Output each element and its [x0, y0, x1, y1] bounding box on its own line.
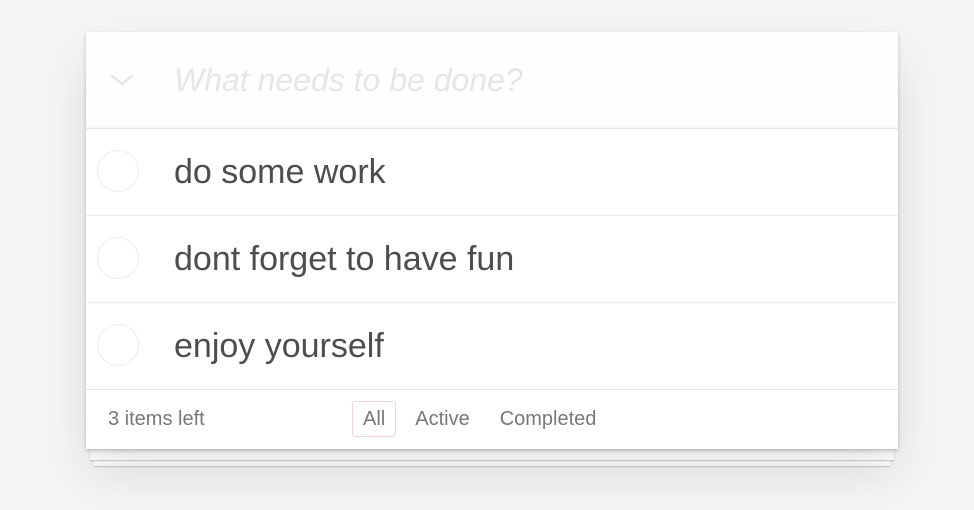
chevron-down-icon[interactable] [106, 66, 138, 94]
todo-label[interactable]: do some work [174, 129, 386, 215]
todo-list: do some work dont forget to have fun enj… [86, 129, 898, 389]
todo-header [86, 32, 898, 129]
todo-item: enjoy yourself [86, 303, 898, 389]
paper-stack-layer [90, 450, 894, 460]
todo-checkbox[interactable] [97, 324, 139, 366]
filter-all-link[interactable]: All [352, 401, 397, 437]
todo-checkbox[interactable] [97, 150, 139, 192]
todo-label[interactable]: dont forget to have fun [174, 216, 514, 302]
todo-checkbox[interactable] [97, 237, 139, 279]
todo-footer: 3 items left All Active Completed [86, 389, 898, 449]
paper-stack-layer [94, 456, 890, 466]
filter-item-all: All [352, 401, 404, 437]
todo-item: do some work [86, 129, 898, 216]
items-left-count: 3 items left [108, 408, 205, 430]
filter-item-active: Active [404, 401, 488, 437]
filter-completed-link[interactable]: Completed [489, 401, 608, 437]
todo-label[interactable]: enjoy yourself [174, 303, 384, 389]
filter-list: All Active Completed [352, 401, 615, 437]
filter-item-completed: Completed [489, 401, 616, 437]
filter-active-link[interactable]: Active [404, 401, 480, 437]
new-todo-input[interactable] [174, 56, 874, 104]
todo-app: do some work dont forget to have fun enj… [86, 32, 898, 466]
todo-item: dont forget to have fun [86, 216, 898, 303]
